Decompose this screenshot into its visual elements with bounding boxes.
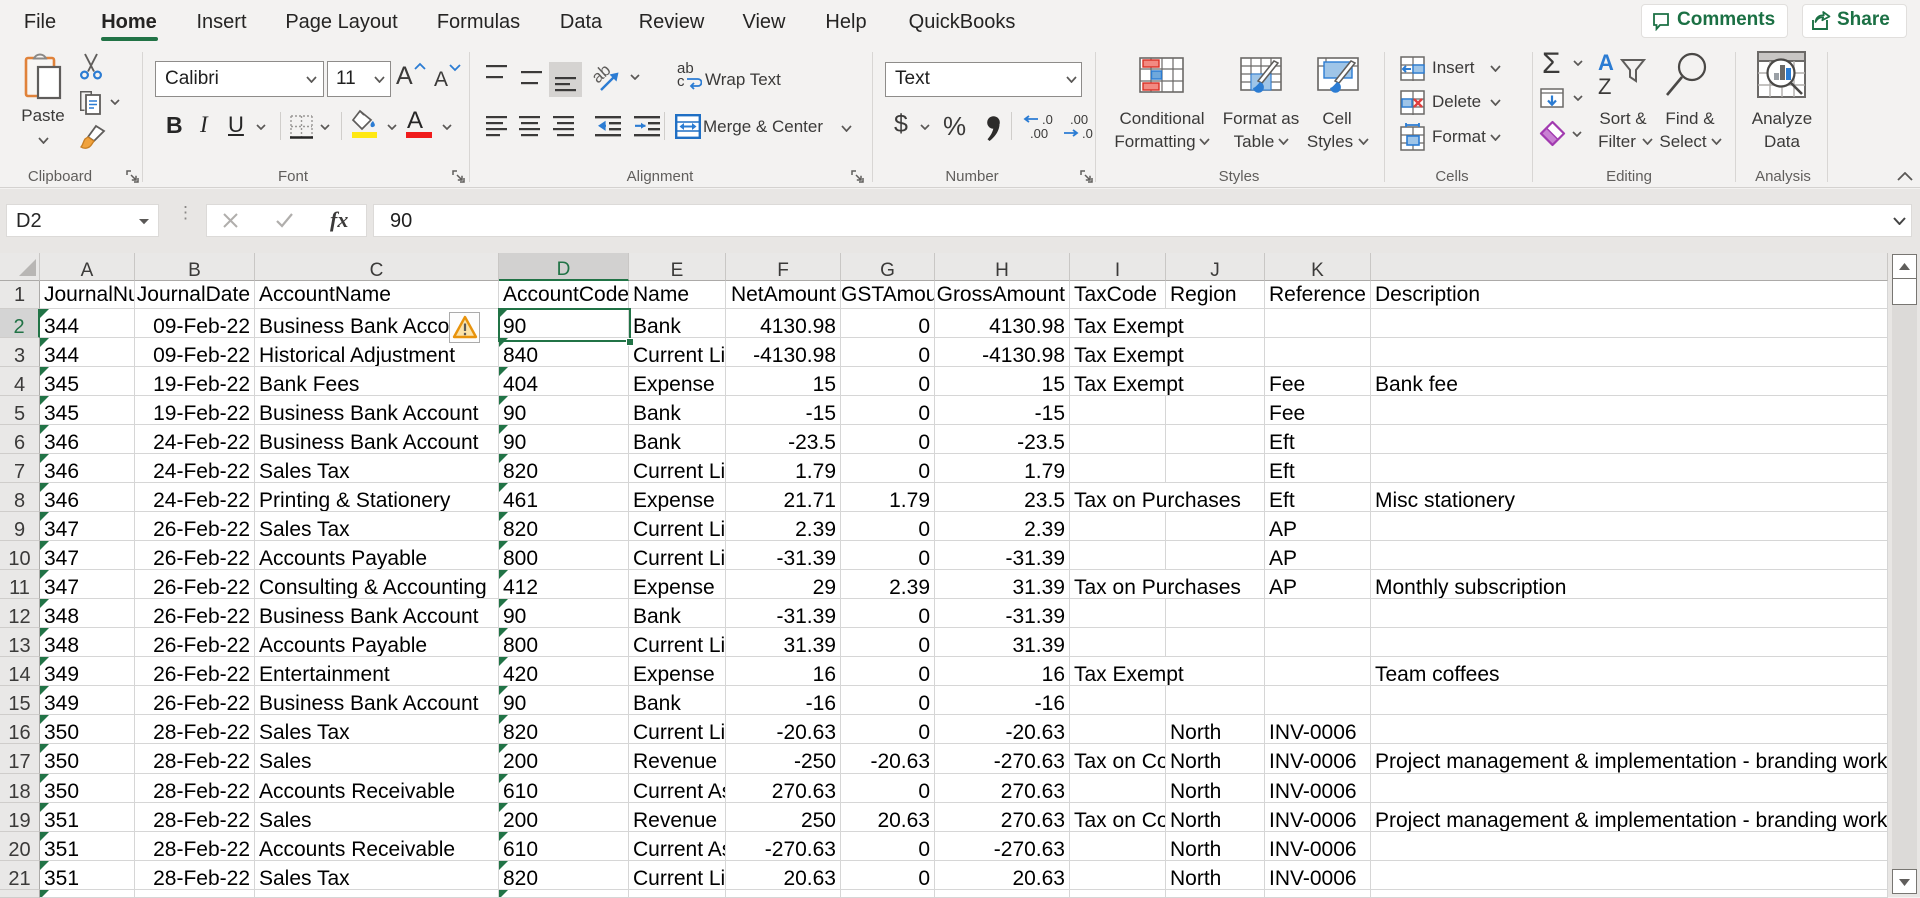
svg-text:.0: .0 [1042,113,1053,127]
svg-text:.00: .00 [1070,113,1088,127]
svg-text:.0: .0 [1082,126,1093,141]
svg-text:.00: .00 [1030,126,1048,141]
